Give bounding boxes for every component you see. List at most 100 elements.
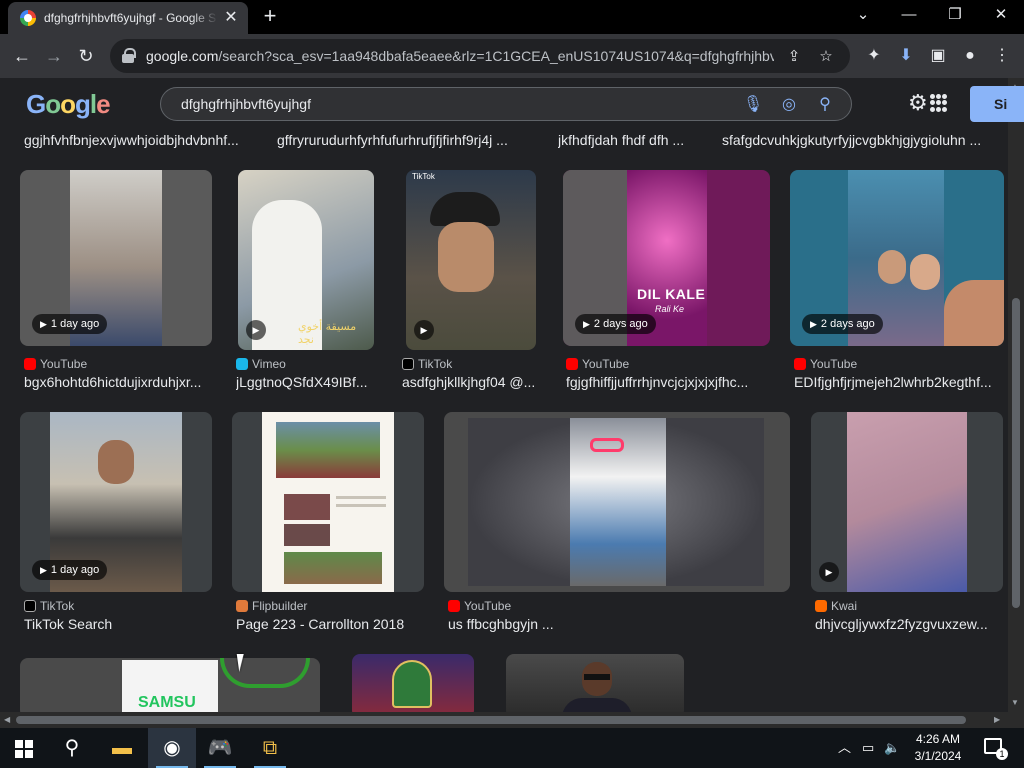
badge-text: 2 days ago [820,318,875,330]
overlay-caption: مسيقة أخوي نجد [298,320,357,346]
scroll-left-arrow-icon[interactable]: ◀ [4,715,10,724]
google-search-box[interactable]: 🎙 ◎ ⚲ [160,87,852,121]
tiktok-icon [24,600,36,612]
result-source[interactable]: YouTube [448,598,511,614]
sign-in-button[interactable]: Si [970,86,1024,122]
text-line [336,496,386,499]
child-face-image [878,250,906,284]
notification-count-badge: 1 [996,748,1008,760]
game-controller-taskbar-icon[interactable]: 🎮 [196,728,244,768]
result-thumbnail[interactable]: ▶ 1 day ago [20,170,212,346]
side-panel-icon[interactable]: ▣ [924,42,952,70]
scroll-right-arrow-icon[interactable]: ▶ [994,715,1000,724]
group-photo-image [284,552,382,584]
source-name: YouTube [464,599,512,613]
search-taskbar-icon[interactable]: ⚲ [48,728,96,768]
start-button[interactable] [0,728,48,768]
maximize-button[interactable]: ❐ [932,0,978,30]
new-tab-button[interactable]: + [258,5,282,29]
result-thumbnail[interactable] [444,412,790,592]
chrome-taskbar-icon[interactable]: ◉ [148,728,196,768]
clock-date: 3/1/2024 [914,749,962,763]
play-icon: ▶ [246,320,266,340]
result-thumbnail[interactable] [506,654,684,712]
chrome-menu-icon[interactable]: ⋮ [988,42,1016,70]
share-icon[interactable]: ⇪ [782,47,806,65]
play-icon: ▶ [810,319,817,329]
result-thumbnail[interactable] [232,412,424,592]
result-title[interactable]: jkfhdfjdah fhdf dfh ... [558,132,698,154]
result-source[interactable]: TikTok [24,598,74,614]
horizontal-scrollbar[interactable]: ◀ ▶ [0,712,1008,728]
result-thumbnail[interactable]: مسيقة أخوي نجد ▶ [238,170,374,350]
result-thumbnail[interactable]: ▶ 1 day ago [20,412,212,592]
result-source[interactable]: TikTok [402,356,452,372]
source-name: YouTube [810,357,858,371]
url-host: google.com [146,48,219,64]
result-title[interactable]: gffryrurudurhfyrhfufurhrufjfjfirhf9rj4j … [277,132,527,154]
result-title[interactable]: bgx6hohtd6hictdujixrduhjxr... [24,374,214,392]
file-explorer-icon[interactable]: ▬ [98,728,146,768]
scroll-down-arrow-icon[interactable]: ▼ [1011,698,1019,707]
result-source[interactable]: Vimeo [236,356,286,372]
overlay-text: SAMSU [138,694,196,711]
vertical-scrollbar[interactable]: ▲ ▼ [1008,78,1024,712]
result-source[interactable]: YouTube [24,356,87,372]
address-bar[interactable]: google.com/search?sca_esv=1aa948dbafa5ea… [110,39,850,73]
download-extension-icon[interactable]: ⬇ [892,42,920,70]
search-magnifier-icon[interactable]: ⚲ [811,94,839,114]
notification-center-icon[interactable]: 1 [982,736,1008,760]
result-title[interactable]: TikTok Search [24,616,214,634]
minimize-button[interactable]: — [886,0,932,30]
result-source[interactable]: YouTube [566,356,629,372]
close-window-button[interactable]: ✕ [978,0,1024,30]
forward-button[interactable]: → [40,42,68,70]
google-apps-grid-icon[interactable] [930,94,948,112]
badge-text: 1 day ago [50,318,100,330]
source-name: Vimeo [252,357,286,371]
settings-gear-icon[interactable]: ⚙ [908,92,930,114]
face-image [438,222,494,292]
system-clock[interactable]: 4:26 AM 3/1/2024 [900,731,976,765]
result-title[interactable]: EDIfjghfjrjmejeh2lwhrb2kegthf... [794,374,1000,392]
network-icon[interactable]: ▭ [862,728,874,768]
youtube-icon [448,600,460,612]
duration-badge: ▶ 1 day ago [32,314,108,334]
result-title[interactable]: Page 223 - Carrollton 2018 [236,616,426,634]
result-source[interactable]: Flipbuilder [236,598,307,614]
lock-icon[interactable] [122,48,136,64]
result-thumbnail[interactable]: DIL KALE Rali Ke ▶ 2 days ago [563,170,770,346]
tray-chevron-up-icon[interactable]: ︿ [838,728,851,768]
result-title[interactable]: fgjgfhiffjjuffrrhjnvcjcjxjxjxjfhc... [566,374,770,392]
result-thumbnail[interactable]: TikTok ▶ [406,170,536,350]
vertical-scroll-thumb[interactable] [1012,298,1020,608]
result-thumbnail[interactable] [352,654,474,712]
tab-search-chevron-icon[interactable]: ⌄ [840,0,886,30]
result-title[interactable]: sfafgdcvuhkjgkutyrfyjjcvgbkhjgjygioluhn … [722,132,998,154]
app-taskbar-icon[interactable]: ⧉ [246,728,294,768]
google-lens-icon[interactable]: ◎ [775,94,803,114]
google-doodle-logo[interactable]: Google [26,88,118,120]
result-source[interactable]: YouTube [794,356,857,372]
result-title[interactable]: dhjvcgljywxfz2fyzgvuxzew... [815,616,1001,634]
profile-avatar-icon[interactable]: ● [956,42,984,70]
volume-muted-icon[interactable]: 🔈 [884,728,900,768]
result-title[interactable]: jLggtnoQSfdX49IBf... [236,374,386,392]
search-input[interactable] [181,96,731,112]
result-title[interactable]: us ffbcghbgyjn ... [448,616,788,634]
result-thumbnail[interactable]: ▶ 2 days ago [790,170,1004,346]
tab-close-icon[interactable]: ✕ [222,9,240,27]
url-text[interactable]: google.com/search?sca_esv=1aa948dbafa5ea… [146,48,774,64]
browser-tab[interactable]: dfghgfrhjhbvft6yujhgf - Google S ✕ [8,2,248,34]
back-button[interactable]: ← [8,42,36,70]
reload-button[interactable]: ↻ [72,42,100,70]
extensions-puzzle-icon[interactable]: ✦ [860,42,888,70]
bookmark-star-icon[interactable]: ☆ [814,47,838,65]
result-thumbnail[interactable]: SAMSU [20,658,320,712]
horizontal-scroll-thumb[interactable] [16,716,966,724]
result-title[interactable]: ggjhfvhfbnjexvjwwhjoidbjhdvbnhf... [24,132,248,154]
result-source[interactable]: Kwai [815,598,857,614]
voice-search-mic-icon[interactable]: 🎙 [739,94,767,114]
result-thumbnail[interactable]: ▶ [811,412,1003,592]
result-title[interactable]: asdfghjkllkjhgf04 @... [402,374,542,392]
